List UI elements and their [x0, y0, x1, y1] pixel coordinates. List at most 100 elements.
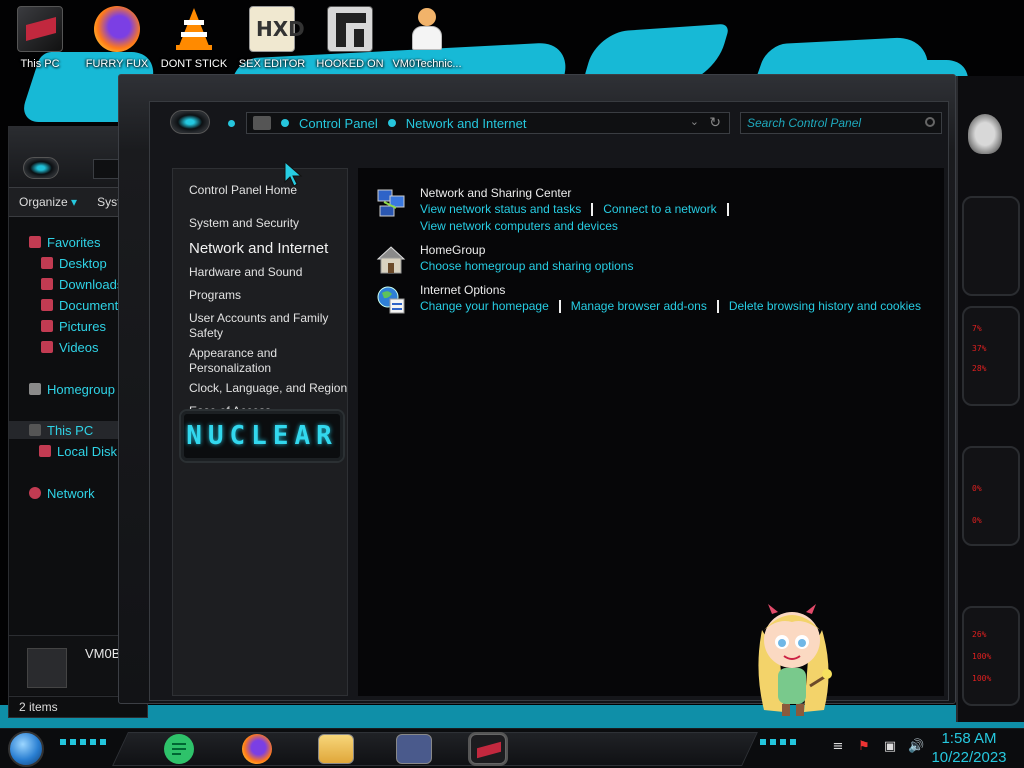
link-user-accounts[interactable]: User Accounts and Family Safety	[189, 311, 339, 341]
desktop-icon-dont-stick[interactable]: DONT STICK	[158, 6, 230, 70]
file-explorer-icon[interactable]	[318, 734, 354, 764]
link-manage-addons[interactable]: Manage browser add-ons	[571, 299, 707, 313]
link-row: Choose homegroup and sharing options	[420, 259, 633, 273]
search-input[interactable]	[747, 116, 917, 130]
link-appearance[interactable]: Appearance and Personalization	[189, 346, 299, 376]
network-sharing-center-icon[interactable]	[376, 188, 406, 218]
nuclear-logo: NUCLEAR	[179, 409, 345, 463]
link-separator	[726, 203, 729, 216]
back-forward-icon[interactable]	[170, 110, 210, 134]
link-view-network-computers[interactable]: View network computers and devices	[420, 219, 618, 233]
system-monitor-gadget: 7% 37% 28% 0% 0% 26% 100% 100%	[956, 76, 1024, 722]
organize-button[interactable]: Organize ▾	[9, 195, 87, 209]
documents-folder-icon	[41, 299, 53, 311]
gadget-readout: 7%	[972, 324, 982, 333]
recent-pages-icon[interactable]	[228, 120, 235, 127]
homegroup-icon	[29, 383, 41, 395]
desktop-icon-sex-editor[interactable]: HXD SEX EDITOR	[236, 6, 308, 70]
gadget-readout: 28%	[972, 364, 987, 373]
notes-app-icon[interactable]	[164, 734, 194, 764]
nav-desktop[interactable]: Desktop	[41, 254, 107, 272]
nav-favorites[interactable]: Favorites	[29, 233, 100, 251]
nav-documents[interactable]: Documents	[41, 296, 125, 314]
link-row: View network status and tasks Connect to…	[420, 202, 739, 216]
videos-folder-icon	[41, 341, 53, 353]
gadget-panel	[962, 446, 1020, 546]
hxd-editor-icon: HXD	[249, 6, 305, 52]
address-bar[interactable]: Control Panel Network and Internet ⌄ ↻	[246, 112, 730, 134]
homegroup-house-icon[interactable]	[376, 245, 406, 275]
taskbar-decoration	[760, 739, 800, 745]
link-system-security[interactable]: System and Security	[189, 216, 299, 231]
internet-options-globe-icon[interactable]	[376, 285, 406, 315]
nav-label: Pictures	[59, 318, 106, 334]
breadcrumb-separator-icon	[387, 119, 396, 127]
nav-homegroup[interactable]: Homegroup	[29, 380, 115, 398]
nav-videos[interactable]: Videos	[41, 338, 99, 356]
link-separator	[558, 300, 561, 313]
control-panel-icon[interactable]	[396, 734, 432, 764]
computer-icon	[27, 648, 67, 688]
desktop-icon-label: DONT STICK	[160, 58, 228, 70]
doctor-avatar-icon	[404, 6, 450, 52]
breadcrumb-separator-icon	[281, 119, 289, 127]
dropdown-arrow-icon: ▾	[71, 195, 78, 209]
vlc-cone-icon	[171, 6, 217, 52]
taskbar: ≡ ⚑ ▣ 🔊 1:58 AM 10/22/2023	[0, 728, 1024, 768]
link-homegroup-options[interactable]: Choose homegroup and sharing options	[420, 259, 633, 273]
link-change-homepage[interactable]: Change your homepage	[420, 299, 549, 313]
nav-label: This PC	[47, 422, 94, 438]
desktop-icon-this-pc[interactable]: This PC	[4, 6, 76, 70]
network-status-icon[interactable]: ▣	[882, 739, 898, 755]
firefox-icon[interactable]	[242, 734, 272, 764]
control-panel-left-pane: Control Panel Home System and Security N…	[172, 168, 348, 696]
link-delete-browsing-history[interactable]: Delete browsing history and cookies	[729, 299, 921, 313]
link-network-internet[interactable]: Network and Internet	[189, 241, 328, 256]
back-forward-icon[interactable]	[23, 157, 59, 179]
link-hardware-sound[interactable]: Hardware and Sound	[189, 265, 302, 280]
taskbar-clock[interactable]: 1:58 AM 10/22/2023	[924, 729, 1014, 767]
breadcrumb-network-internet[interactable]: Network and Internet	[406, 116, 527, 131]
link-view-network-status[interactable]: View network status and tasks	[420, 202, 581, 216]
refresh-icon[interactable]: ↻	[709, 114, 721, 131]
desktop-folder-icon	[41, 257, 53, 269]
desktop-icon-vm0technic[interactable]: VM0Technic...	[391, 6, 463, 70]
clock-date: 10/22/2023	[931, 749, 1007, 766]
desktop-icon-label: VM0Technic...	[392, 58, 462, 70]
category-title[interactable]: Network and Sharing Center	[420, 186, 571, 200]
link-clock-region[interactable]: Clock, Language, and Region	[189, 381, 347, 396]
link-programs[interactable]: Programs	[189, 288, 241, 303]
taskbar-decoration	[60, 739, 110, 745]
action-center-flag-icon[interactable]: ⚑	[856, 739, 872, 755]
desktop-icon-label: SEX EDITOR	[238, 58, 306, 70]
link-control-panel-home[interactable]: Control Panel Home	[189, 183, 297, 198]
logo-text: NUCLEAR	[186, 421, 338, 451]
address-row: Control Panel Network and Internet ⌄ ↻	[150, 108, 950, 142]
breadcrumb-control-panel[interactable]: Control Panel	[299, 116, 378, 131]
desktop-icon-hooked-on[interactable]: HOOKED ON	[314, 6, 386, 70]
search-icon[interactable]	[925, 117, 935, 127]
link-separator	[716, 300, 719, 313]
chevron-down-icon[interactable]: ⌄	[690, 115, 699, 128]
category-title[interactable]: HomeGroup	[420, 243, 485, 257]
nav-downloads[interactable]: Downloads	[41, 275, 123, 293]
volume-icon[interactable]: 🔊	[908, 739, 924, 755]
desktop-icon-furry-fux[interactable]: FURRY FUX	[81, 6, 153, 70]
search-box[interactable]	[740, 112, 942, 134]
start-button[interactable]	[8, 731, 44, 767]
desktop-icon-label: FURRY FUX	[85, 58, 149, 70]
nav-label: Documents	[59, 297, 125, 313]
category-title[interactable]: Internet Options	[420, 283, 505, 297]
this-pc-taskbar-icon[interactable]	[470, 734, 506, 764]
nav-label: Homegroup	[47, 381, 115, 397]
chevron-up-icon[interactable]: ≡	[830, 739, 846, 755]
nav-network[interactable]: Network	[29, 484, 95, 502]
link-connect-to-network[interactable]: Connect to a network	[603, 202, 716, 216]
pictures-folder-icon	[41, 320, 53, 332]
system-tray: ≡ ⚑ ▣ 🔊	[830, 739, 925, 755]
nav-label: Downloads	[59, 276, 124, 292]
link-row: View network computers and devices	[420, 219, 618, 233]
nav-pictures[interactable]: Pictures	[41, 317, 106, 335]
downloads-folder-icon	[41, 278, 53, 290]
desktop-icon-label: This PC	[20, 58, 60, 70]
